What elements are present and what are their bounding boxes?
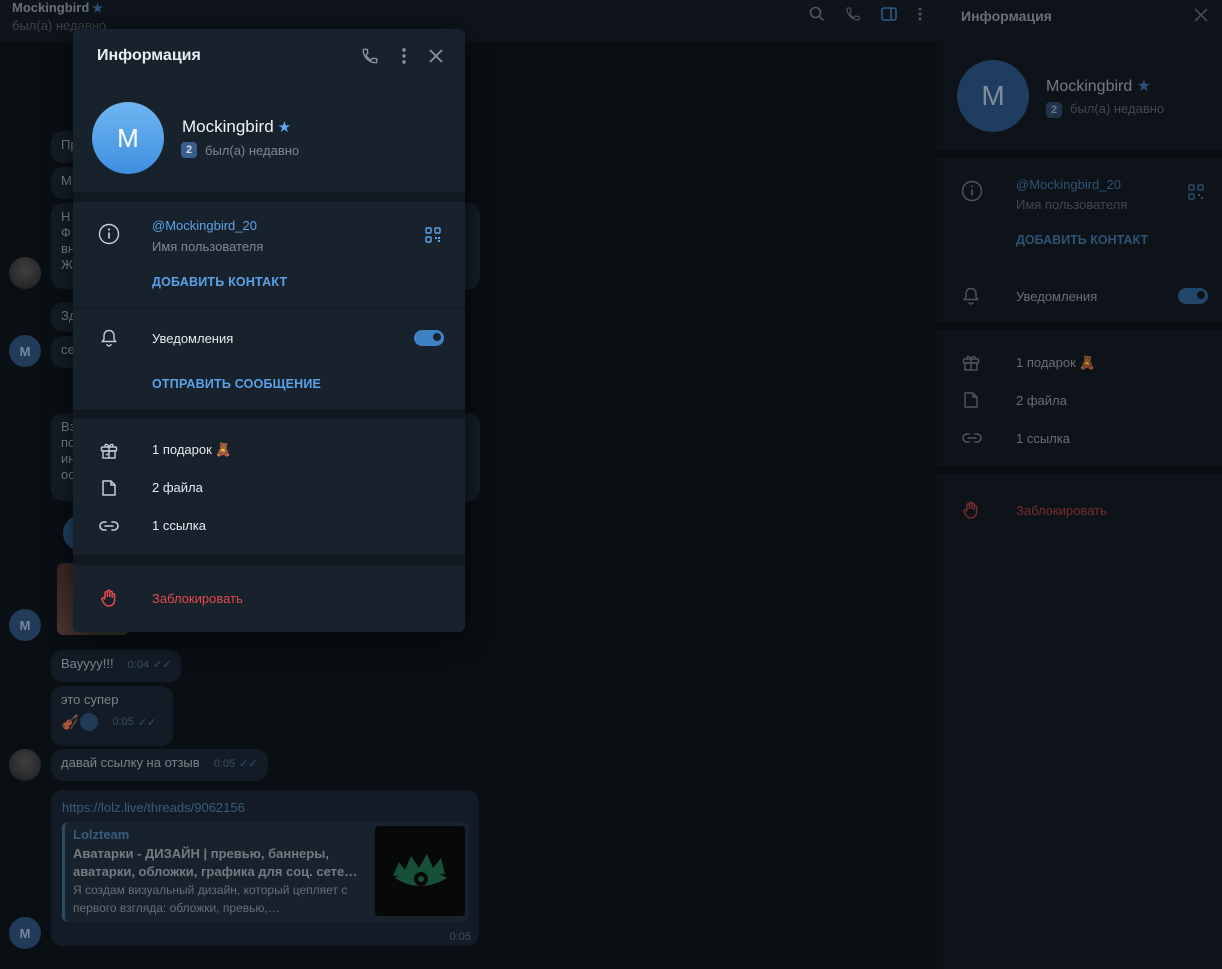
username-label: Имя пользователя: [152, 239, 264, 254]
send-message-button[interactable]: ОТПРАВИТЬ СООБЩЕНИЕ: [73, 376, 465, 394]
profile-avatar[interactable]: M: [92, 102, 164, 174]
links-label: 1 ссылка: [152, 518, 206, 533]
files-label: 2 файла: [152, 480, 203, 495]
premium-star-icon[interactable]: ★: [278, 119, 291, 136]
username-link[interactable]: @Mockingbird_20: [152, 218, 257, 233]
files-row[interactable]: 2 файла: [73, 476, 465, 500]
profile-name: Mockingbird ★: [182, 117, 291, 137]
modal-title: Информация: [97, 47, 201, 64]
modal-header-actions: [361, 47, 443, 70]
qr-code-icon[interactable]: [425, 227, 441, 248]
send-message-label: ОТПРАВИТЬ СООБЩЕНИЕ: [152, 377, 322, 391]
add-contact-button[interactable]: ДОБАВИТЬ КОНТАКТ: [73, 274, 465, 292]
divider: [73, 409, 465, 419]
info-modal: Информация M Mockingbird ★ 2 был(а) недавн…: [73, 29, 465, 632]
notifications-toggle[interactable]: [414, 330, 444, 346]
profile-status-text: был(а) недавно: [205, 142, 300, 158]
info-icon: [97, 222, 121, 246]
gift-icon: [97, 438, 121, 462]
divider: [73, 192, 465, 202]
link-icon: [97, 514, 121, 538]
gifts-label: 1 подарок 🧸: [152, 442, 232, 457]
notifications-row[interactable]: Уведомления: [73, 326, 465, 350]
profile-status: 2 был(а) недавно: [181, 142, 299, 158]
bell-icon: [97, 326, 121, 350]
hand-stop-icon: [97, 586, 121, 610]
phone-icon[interactable]: [361, 47, 379, 70]
links-row[interactable]: 1 ссылка: [73, 514, 465, 538]
divider: [73, 555, 465, 565]
divider: [73, 308, 465, 309]
add-contact-label: ДОБАВИТЬ КОНТАКТ: [152, 275, 288, 289]
username-row[interactable]: @Mockingbird_20 Имя пользователя: [73, 214, 465, 254]
notifications-label: Уведомления: [152, 331, 234, 346]
profile-name-text: Mockingbird: [182, 117, 274, 136]
block-row[interactable]: Заблокировать: [73, 586, 465, 610]
level-badge[interactable]: 2: [181, 142, 197, 158]
gifts-row[interactable]: 1 подарок 🧸: [73, 438, 465, 462]
block-label: Заблокировать: [152, 591, 243, 606]
file-icon: [97, 476, 121, 500]
close-icon[interactable]: [429, 49, 443, 68]
more-icon[interactable]: [401, 47, 407, 70]
